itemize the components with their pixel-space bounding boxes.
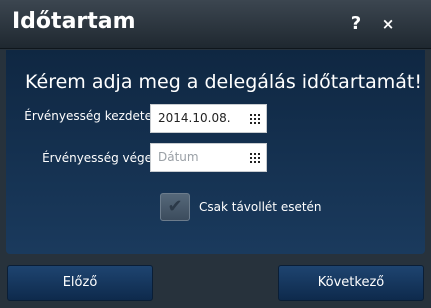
calendar-icon[interactable] [250, 153, 260, 163]
end-date-label: Érvényesség vége [42, 151, 152, 165]
checkmark-icon: ✔ [167, 196, 183, 217]
page-heading: Kérem adja meg a delegálás időtartamát! [25, 71, 422, 93]
calendar-icon[interactable] [250, 114, 260, 124]
previous-button[interactable]: Előző [7, 265, 153, 301]
help-button[interactable]: ? [346, 12, 366, 36]
dialog-titlebar: Időtartam ? × [0, 0, 431, 49]
close-button[interactable]: × [378, 12, 398, 36]
start-date-field[interactable]: 2014.10.08. [150, 104, 267, 133]
duration-dialog: Időtartam ? × Kérem adja meg a delegálás… [0, 0, 431, 308]
next-button[interactable]: Következő [278, 265, 424, 301]
absence-only-label: Csak távollét esetén [199, 200, 322, 214]
end-date-placeholder: Dátum [158, 150, 199, 164]
end-date-field[interactable]: Dátum [150, 143, 267, 172]
dialog-content: Kérem adja meg a delegálás időtartamát! … [6, 50, 425, 254]
absence-only-checkbox[interactable]: ✔ [160, 193, 190, 221]
start-date-label: Érvényesség kezdete [24, 109, 152, 123]
dialog-title: Időtartam [12, 9, 136, 34]
start-date-value: 2014.10.08. [158, 111, 231, 125]
